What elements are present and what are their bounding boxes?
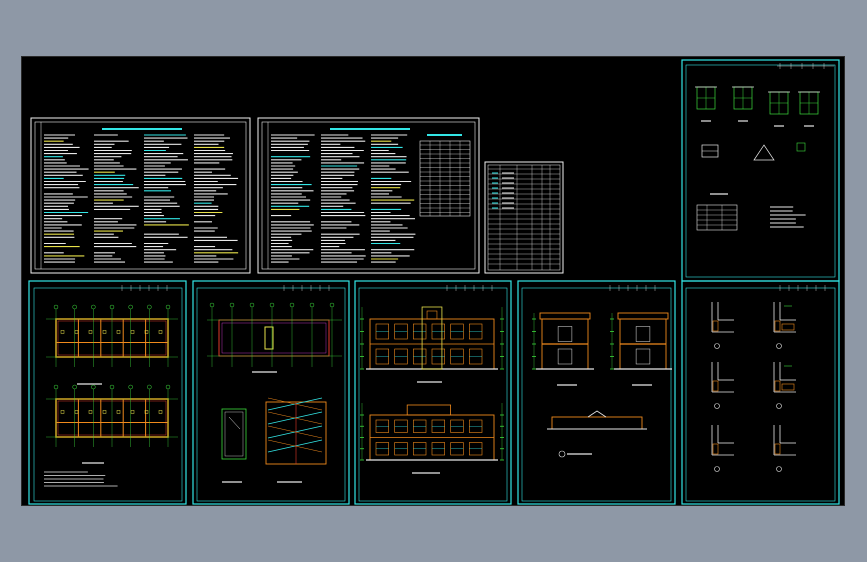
sheet-door-window-schedule[interactable]: [484, 161, 564, 274]
drawing-canvas[interactable]: [21, 56, 845, 506]
sheet-elevations[interactable]: [354, 280, 512, 505]
sheet-roof-plan-stair[interactable]: [192, 280, 350, 505]
section-drawings: [532, 285, 672, 458]
sheet-floor-plans-1-2[interactable]: [28, 280, 187, 505]
sheet-sections[interactable]: [517, 280, 676, 505]
sheet-design-notes-1[interactable]: [30, 117, 251, 274]
notes-text-block-2: [271, 128, 416, 263]
detail-drawings: [695, 63, 834, 231]
notes-table: [419, 134, 471, 217]
notes-text-block-1: [44, 128, 239, 263]
sheet-details-top-right[interactable]: [681, 59, 840, 282]
schedule-table: [488, 165, 560, 270]
sheet-design-notes-2[interactable]: [257, 117, 480, 274]
sheet-wall-details[interactable]: [681, 280, 840, 505]
wall-detail-drawings: [711, 285, 826, 472]
roof-and-stair-drawings: [207, 285, 342, 483]
cad-drawing-sheets: [28, 59, 840, 505]
floor-plan-drawings: [44, 285, 178, 487]
elevation-drawings: [360, 285, 504, 474]
